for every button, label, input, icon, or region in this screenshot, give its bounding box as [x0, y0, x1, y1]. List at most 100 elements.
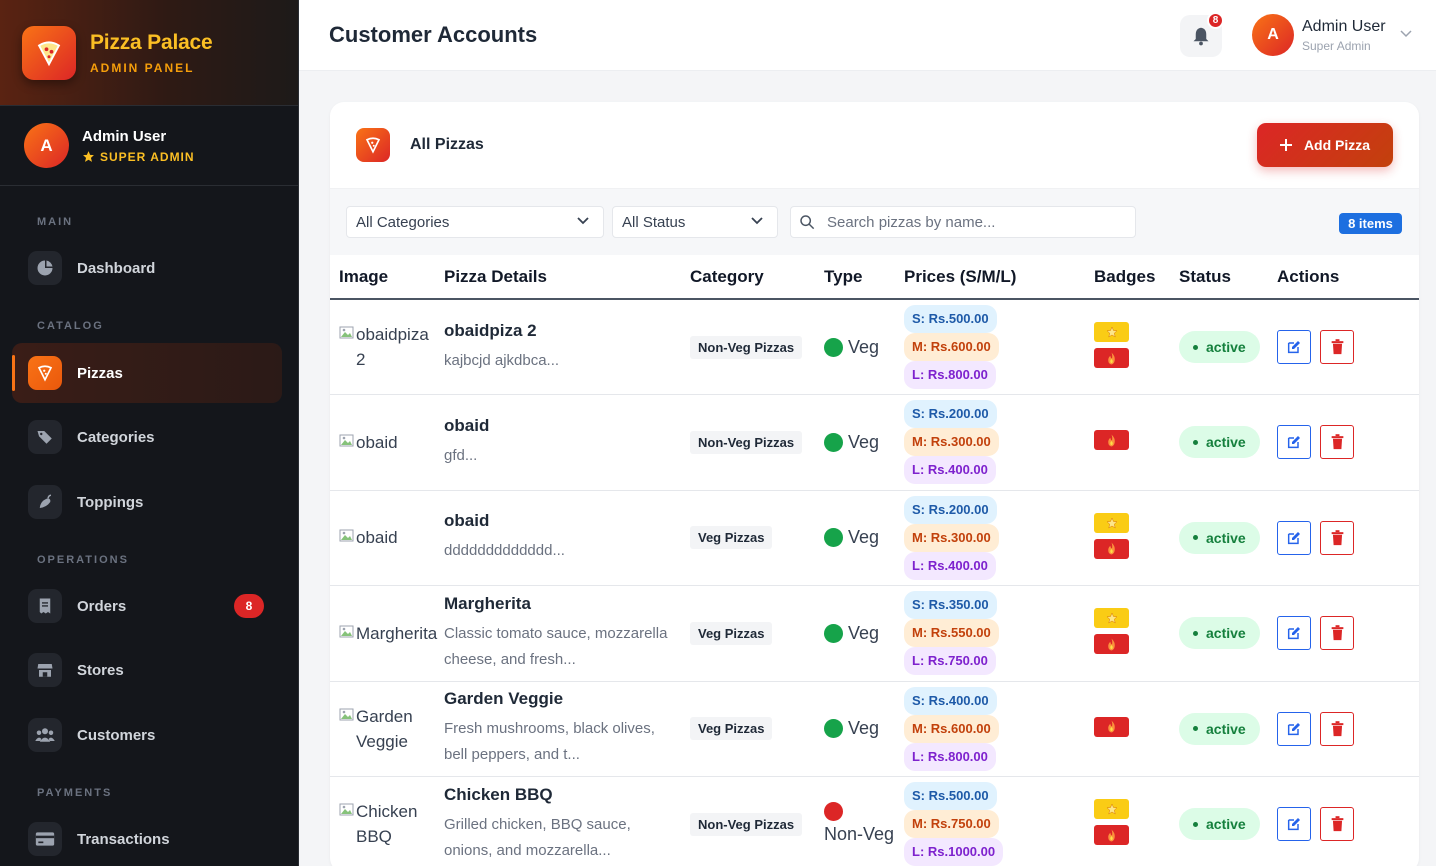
pizza-name: obaid [444, 415, 490, 435]
add-pizza-label: Add Pizza [1303, 137, 1371, 153]
type-cell: Veg [815, 395, 895, 491]
type-indicator: Veg [824, 623, 895, 644]
column-header: Category [681, 255, 815, 300]
category-cell: Non-Veg Pizzas [681, 299, 815, 395]
category-select[interactable]: All Categories [346, 206, 604, 238]
category-select-value: All Categories [356, 213, 450, 231]
price-small: S: Rs.200.00 [904, 400, 997, 429]
fire-icon [1108, 542, 1115, 555]
delete-button[interactable] [1320, 616, 1354, 651]
status-select[interactable]: All Status [612, 206, 778, 238]
delete-button[interactable] [1320, 330, 1354, 364]
price-medium: M: Rs.600.00 [904, 333, 999, 361]
popular-badge [1094, 716, 1129, 737]
profile-role-label: SUPER ADMIN [100, 149, 195, 164]
image-cell: Chicken BBQ [330, 777, 435, 866]
edit-button[interactable] [1277, 425, 1311, 460]
price-list: S: Rs.200.00M: Rs.300.00L: Rs.400.00 [904, 495, 1044, 580]
user-menu[interactable]: A Admin User Super Admin [1252, 14, 1412, 56]
sidebar-item-orders[interactable]: Orders 8 [12, 576, 282, 636]
fire-icon [1108, 434, 1115, 447]
type-indicator: Veg [824, 337, 895, 358]
type-label: Veg [848, 622, 880, 643]
popular-badge [1094, 825, 1129, 846]
status-label: active [1206, 720, 1246, 737]
table-row: Margherita Margherita Classic tomato sauce… [330, 586, 1419, 682]
status-label: active [1206, 816, 1246, 833]
category-cell: Veg Pizzas [681, 490, 815, 586]
pizza-logo-icon [22, 25, 76, 80]
chevron-down-icon [1400, 30, 1412, 38]
user-role: Super Admin [1302, 38, 1371, 53]
delete-button[interactable] [1320, 425, 1354, 460]
pizza-image: obaid [339, 525, 435, 550]
fire-icon [1108, 352, 1115, 364]
category-cell: Non-Veg Pizzas [681, 777, 815, 866]
actions-cell [1268, 395, 1419, 491]
pepper-icon [28, 485, 62, 519]
type-label: Non-Veg [824, 823, 895, 844]
image-cell: Margherita [330, 586, 437, 682]
column-header: Image [330, 255, 435, 300]
sidebar-item-label: Toppings [77, 493, 144, 511]
sidebar-item-categories[interactable]: Categories [12, 407, 282, 467]
status-badge: active [1179, 521, 1260, 554]
category-pill: Veg Pizzas [690, 717, 773, 741]
column-header: Prices (S/M/L) [895, 255, 1085, 300]
type-cell: Veg [815, 299, 895, 395]
broken-image-icon [339, 803, 354, 816]
pizza-image: Margherita [339, 621, 437, 646]
credit-card-icon [28, 822, 62, 856]
edit-button[interactable] [1277, 711, 1311, 746]
broken-image-icon [339, 326, 354, 339]
sidebar-item-dashboard[interactable]: Dashboard [12, 238, 282, 298]
pizza-name: obaid [444, 511, 490, 531]
sidebar-item-transactions[interactable]: Transactions [12, 809, 282, 866]
pizza-description: ddddddddddddd... [444, 542, 565, 560]
notifications-button[interactable]: 8 [1180, 12, 1224, 57]
category-cell: Non-Veg Pizzas [681, 395, 815, 491]
badges-cell [1085, 777, 1170, 866]
edit-button[interactable] [1277, 807, 1311, 842]
sidebar-item-label: Customers [77, 726, 156, 744]
nav-section-operations: OPERATIONS [37, 554, 129, 566]
category-pill: Non-Veg Pizzas [690, 812, 803, 836]
search-input[interactable] [827, 213, 1127, 231]
sidebar-item-stores[interactable]: Stores [12, 640, 282, 700]
actions-cell [1268, 586, 1419, 682]
price-list: S: Rs.200.00M: Rs.300.00L: Rs.400.00 [904, 400, 1044, 485]
status-cell: active [1170, 395, 1268, 491]
delete-button[interactable] [1320, 807, 1354, 842]
broken-image-icon [339, 434, 354, 447]
sidebar-item-customers[interactable]: Customers [12, 705, 282, 765]
sidebar-item-pizzas[interactable]: Pizzas [12, 343, 282, 403]
veg-dot-icon [824, 337, 843, 357]
broken-image-icon [339, 708, 354, 721]
price-list: S: Rs.350.00M: Rs.550.00L: Rs.750.00 [904, 591, 1044, 676]
edit-button[interactable] [1277, 330, 1311, 364]
delete-button[interactable] [1320, 520, 1354, 555]
pizzas-card: All Pizzas Add Pizza All Categories All … [330, 102, 1419, 866]
add-pizza-button[interactable]: Add Pizza [1257, 123, 1393, 167]
pizza-description: Fresh mushrooms, black olives, bell pepp… [444, 720, 655, 764]
table-row: obaidpiza 2 obaidpiza 2 kajbcjd ajkdbca...… [330, 299, 1419, 395]
sidebar-item-toppings[interactable]: Toppings [12, 472, 282, 532]
type-label: Veg [848, 718, 880, 739]
star-icon [1105, 803, 1118, 815]
trash-icon [1331, 816, 1343, 832]
price-small: S: Rs.500.00 [904, 305, 997, 333]
status-cell: active [1170, 681, 1268, 777]
price-list: S: Rs.500.00M: Rs.750.00L: Rs.1000.00 [904, 782, 1044, 866]
image-cell: obaid [330, 490, 435, 586]
trash-icon [1331, 720, 1343, 736]
sidebar-item-label: Stores [77, 661, 124, 679]
type-cell: Veg [815, 490, 895, 586]
pizza-name: Chicken BBQ [444, 784, 553, 804]
price-small: S: Rs.500.00 [904, 782, 997, 811]
delete-button[interactable] [1320, 711, 1354, 746]
tags-icon [28, 420, 62, 454]
edit-icon [1287, 436, 1300, 449]
edit-button[interactable] [1277, 616, 1311, 651]
edit-button[interactable] [1277, 520, 1311, 555]
popular-badge [1094, 348, 1129, 368]
